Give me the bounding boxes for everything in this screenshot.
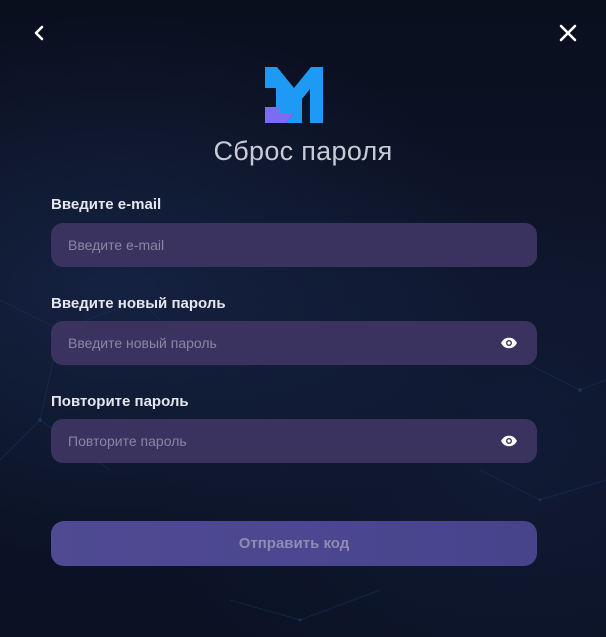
send-code-button[interactable]: Отправить код [51, 521, 537, 566]
new-password-label: Введите новый пароль [51, 295, 226, 312]
brand-m-logo [265, 67, 323, 123]
close-button[interactable] [554, 19, 582, 47]
toggle-new-password-visibility-button[interactable] [499, 334, 519, 352]
eye-icon [501, 337, 517, 349]
email-label: Введите e-mail [51, 196, 162, 213]
toggle-repeat-password-visibility-button[interactable] [499, 432, 519, 450]
close-icon [559, 24, 577, 42]
new-password-input[interactable] [51, 321, 537, 365]
repeat-password-label: Повторите пароль [51, 393, 189, 410]
new-password-field [51, 321, 537, 365]
repeat-password-field [51, 419, 537, 463]
repeat-password-input[interactable] [51, 419, 537, 463]
page-title: Сброс пароля [213, 136, 393, 166]
reset-password-modal: Сброс пароля Введите e-mail Введите новы… [0, 0, 606, 637]
chevron-left-icon [34, 25, 44, 41]
email-field [51, 223, 537, 267]
back-button[interactable] [25, 19, 53, 47]
eye-icon [501, 435, 517, 447]
email-input[interactable] [51, 223, 537, 267]
